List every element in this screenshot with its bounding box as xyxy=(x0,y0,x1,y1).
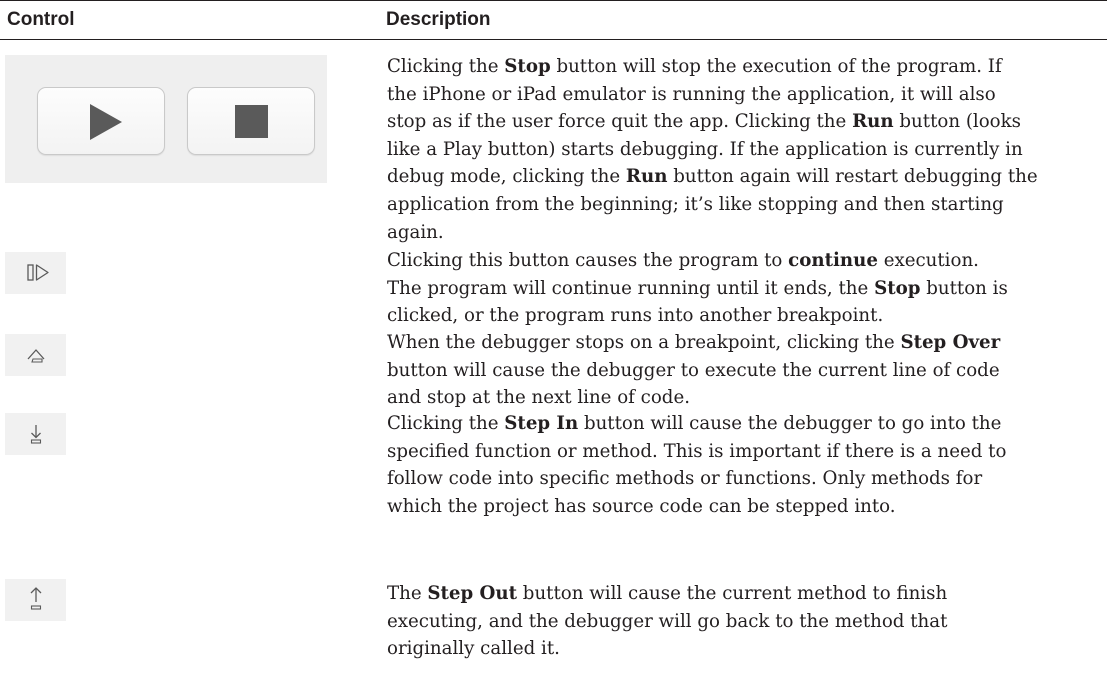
row-description: Clicking the Step In button will cause t… xyxy=(387,410,1103,520)
description-text: Clicking the xyxy=(387,56,505,77)
bold-term: Stop xyxy=(504,56,551,77)
description-text: button will cause the debugger to execut… xyxy=(387,359,1000,409)
run-stop-controls xyxy=(5,55,327,183)
description-text: Clicking this button causes the program … xyxy=(387,250,789,271)
bold-term: Run xyxy=(625,166,668,188)
description-text: Clicking the xyxy=(387,413,505,434)
stop-button[interactable] xyxy=(187,87,315,155)
header-control: Control xyxy=(7,9,75,30)
row-description: When the debugger stops on a breakpoint,… xyxy=(387,329,1103,412)
play-icon xyxy=(90,104,122,140)
table-header: Control Description xyxy=(0,0,1107,40)
description-text: The xyxy=(387,583,428,604)
step-out-icon xyxy=(30,587,42,610)
bold-term: Step Over xyxy=(900,332,1001,353)
run-button[interactable] xyxy=(37,87,165,155)
header-description: Description xyxy=(386,9,491,30)
bold-term: Step Out xyxy=(427,583,518,604)
continue-icon xyxy=(27,264,49,281)
row-description: Clicking this button causes the program … xyxy=(387,247,1103,330)
row-description: The Step Out button will cause the curre… xyxy=(387,580,1103,663)
continue-button[interactable] xyxy=(5,252,66,294)
step-over-button[interactable] xyxy=(5,334,66,376)
stop-icon xyxy=(235,105,268,138)
bold-term: Stop xyxy=(874,277,921,299)
step-out-button[interactable] xyxy=(5,579,66,621)
bold-term: Run xyxy=(852,111,894,133)
step-in-icon xyxy=(30,425,42,444)
step-over-icon xyxy=(27,349,45,363)
description-text: When the debugger stops on a breakpoint,… xyxy=(387,332,901,353)
bold-term: continue xyxy=(788,250,878,271)
row-description: Clicking the Stop button will stop the e… xyxy=(387,53,1103,246)
bold-term: Step In xyxy=(504,413,579,434)
step-in-button[interactable] xyxy=(5,413,66,455)
